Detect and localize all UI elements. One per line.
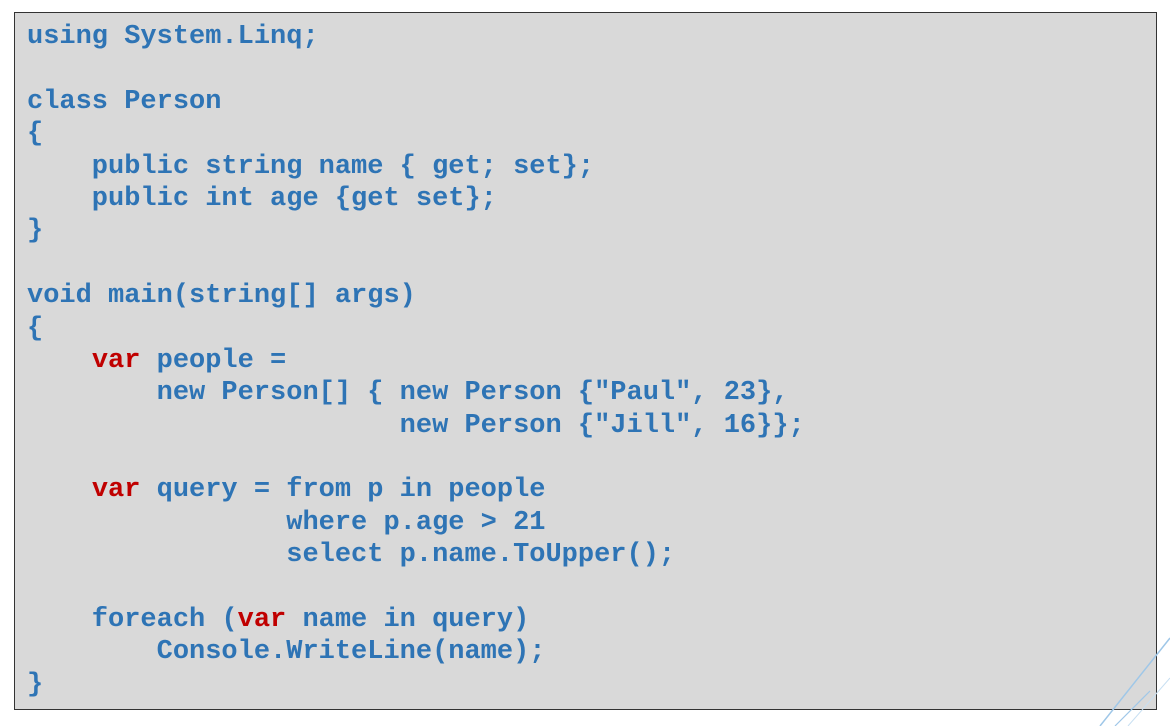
code-token: public string name { get; set}; [27,151,595,182]
code-token: Console.WriteLine(name); [27,637,546,668]
code-token: class Person [27,86,222,117]
code-token: where p.age > 21 [27,507,546,538]
code-line: { [27,118,805,150]
slide: using System.Linq; class Person{ public … [0,0,1170,726]
code-token: } [27,216,44,247]
code-token: people = [140,345,287,376]
code-token: query = from p in people [140,475,546,506]
accent-line-1 [1099,637,1170,726]
code-token: } [27,669,44,700]
code-token: void main(string[] args) [27,281,416,312]
code-token: select p.name.ToUpper(); [27,540,676,571]
code-token: public int age {get set}; [27,183,497,214]
code-token: using System.Linq; [27,22,319,52]
code-line: public string name { get; set}; [27,151,805,183]
decorative-accent-lines [1099,637,1170,726]
code-line: class Person [27,86,805,118]
code-line: using System.Linq; [27,21,805,53]
code-line: var people = [27,345,805,377]
keyword-token: var [91,345,141,376]
accent-line-3 [1127,677,1170,726]
code-token: { [27,313,44,344]
code-listing: using System.Linq; class Person{ public … [27,21,805,701]
code-line: Console.WriteLine(name); [27,636,805,668]
code-token: { [27,119,44,150]
code-line: { [27,313,805,345]
code-line: new Person {"Jill", 16}}; [27,410,805,442]
code-line: select p.name.ToUpper(); [27,539,805,571]
keyword-token: var [237,605,287,636]
keyword-token: var [91,475,141,506]
code-line: var query = from p in people [27,474,805,506]
code-token: new Person[] { new Person {"Paul", 23}, [27,378,789,409]
code-token: new Person {"Jill", 16}}; [27,410,805,441]
code-token: foreach ( [27,605,238,636]
code-line: } [27,669,805,701]
code-line: foreach (var name in query) [27,604,805,636]
code-token: name in query) [286,605,530,636]
code-line: public int age {get set}; [27,183,805,215]
code-line: } [27,215,805,247]
code-line: where p.age > 21 [27,507,805,539]
code-line: void main(string[] args) [27,280,805,312]
code-line: new Person[] { new Person {"Paul", 23}, [27,377,805,409]
